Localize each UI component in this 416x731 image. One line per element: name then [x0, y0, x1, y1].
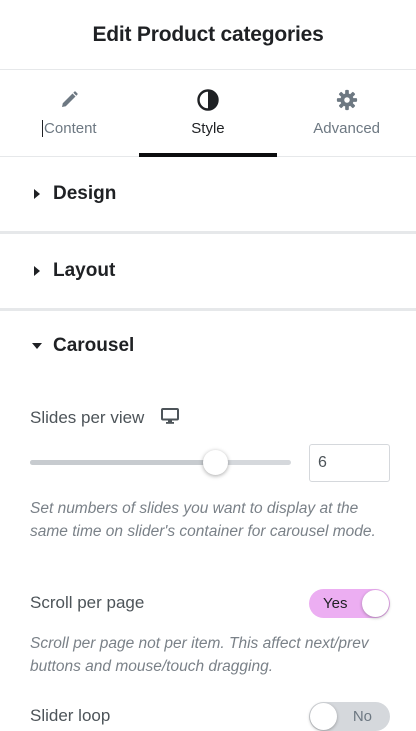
tab-advanced-label: Advanced: [313, 120, 380, 137]
contrast-icon: [196, 88, 220, 112]
slider-loop-toggle[interactable]: No: [309, 702, 390, 731]
gear-icon: [335, 88, 359, 112]
slider-fill: [30, 460, 216, 465]
slides-per-view-input[interactable]: [309, 444, 390, 482]
panel-title: Edit Product categories: [92, 22, 324, 46]
section-carousel-toggle[interactable]: Carousel: [0, 311, 416, 381]
section-layout-title: Layout: [53, 260, 116, 281]
desktop-monitor-icon[interactable]: [160, 408, 179, 429]
slider-loop-label: Slider loop: [30, 706, 111, 725]
tab-style-label: Style: [191, 120, 225, 137]
pencil-icon: [57, 88, 81, 112]
section-design-title: Design: [53, 183, 117, 204]
toggle-knob: [362, 590, 389, 617]
toggle-knob: [310, 703, 337, 730]
tab-bar: Content Style Advanced: [0, 70, 416, 157]
section-carousel-title: Carousel: [53, 335, 135, 356]
caret-down-icon: [30, 339, 44, 353]
slider-loop-state: No: [352, 708, 372, 725]
slides-per-view-label-row: Slides per view: [30, 408, 390, 429]
caret-right-icon: [30, 187, 44, 201]
tab-content[interactable]: Content: [0, 70, 139, 156]
tab-content-label: Content: [42, 120, 97, 137]
slides-per-view-description: Set numbers of slides you want to displa…: [30, 500, 376, 540]
scroll-per-page-state: Yes: [323, 595, 348, 612]
slides-per-view-label: Slides per view: [30, 408, 145, 427]
scroll-per-page-toggle[interactable]: Yes: [309, 589, 390, 618]
scroll-per-page-label: Scroll per page: [30, 593, 145, 612]
scroll-per-page-description: Scroll per page not per item. This affec…: [30, 635, 369, 675]
tab-style[interactable]: Style: [138, 70, 278, 157]
caret-right-icon: [30, 264, 44, 278]
section-layout-toggle[interactable]: Layout: [0, 234, 416, 308]
panel-header: Edit Product categories: [0, 0, 416, 70]
slider-handle[interactable]: [202, 450, 228, 475]
section-design-toggle[interactable]: Design: [0, 157, 416, 231]
slides-per-view-slider[interactable]: [30, 450, 291, 475]
tab-advanced[interactable]: Advanced: [277, 70, 416, 156]
